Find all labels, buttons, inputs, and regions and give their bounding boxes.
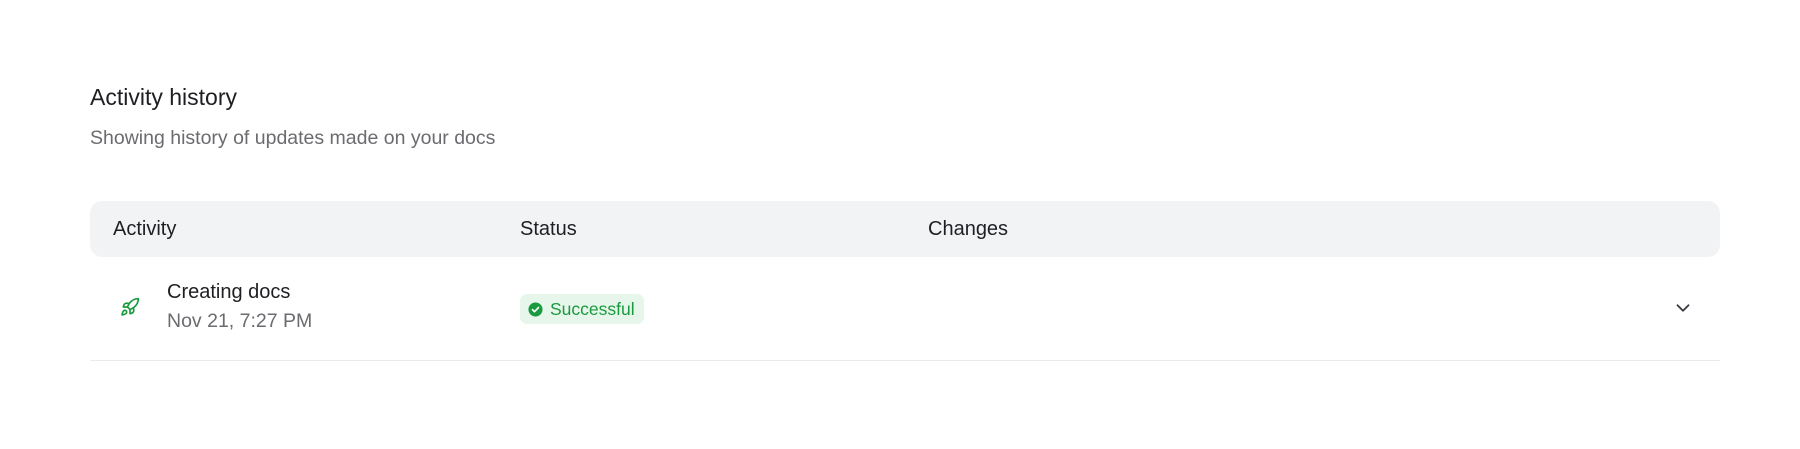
activity-timestamp: Nov 21, 7:27 PM <box>167 310 313 332</box>
activity-title: Creating docs <box>167 281 291 303</box>
status-badge: Successful <box>520 294 644 324</box>
rocket-icon <box>120 297 140 317</box>
table-row[interactable]: Creating docs Nov 21, 7:27 PM Successful <box>90 257 1720 361</box>
column-header-status: Status <box>520 218 577 240</box>
check-circle-icon <box>528 301 543 317</box>
chevron-down-icon[interactable] <box>1672 297 1694 319</box>
section-subtitle: Showing history of updates made on your … <box>90 127 496 149</box>
column-header-changes: Changes <box>928 218 1009 240</box>
table-header: Activity Status Changes <box>90 201 1720 257</box>
section-title: Activity history <box>90 84 237 110</box>
activity-table: Activity Status Changes Creating docs No… <box>90 201 1720 361</box>
status-label: Successful <box>550 298 635 319</box>
column-header-activity: Activity <box>113 218 177 240</box>
